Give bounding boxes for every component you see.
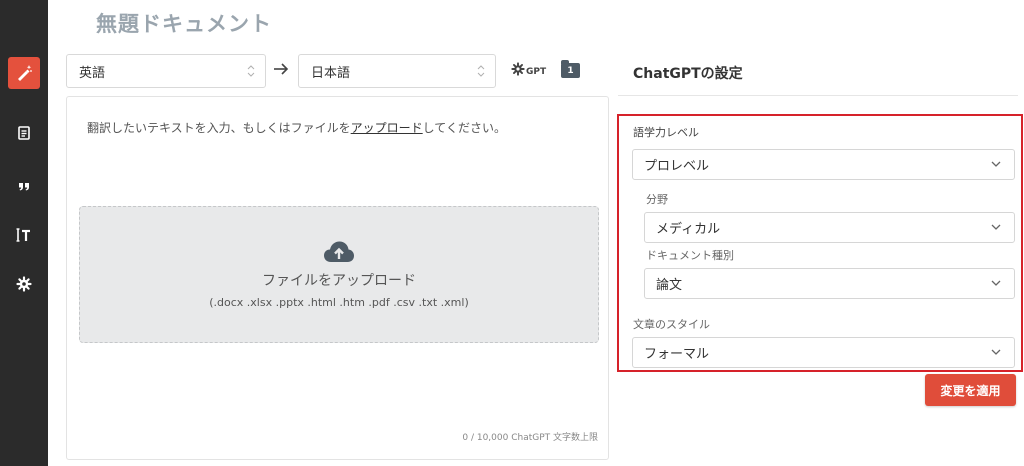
- gpt-settings-button[interactable]: GPT: [511, 62, 547, 77]
- magic-pen-icon: [18, 65, 32, 81]
- document-icon: [18, 126, 30, 140]
- quotes-button[interactable]: [8, 170, 40, 202]
- writing-style-value: フォーマル: [644, 347, 710, 362]
- cloud-upload-icon: [324, 241, 354, 262]
- upload-formats: (.docx .xlsx .pptx .html .htm .pdf .csv …: [209, 296, 469, 309]
- settings-title: ChatGPTの設定: [633, 66, 743, 82]
- folder-button[interactable]: 1: [561, 60, 580, 78]
- writing-style-select[interactable]: フォーマル: [632, 337, 1015, 368]
- document-title[interactable]: 無題ドキュメント: [96, 8, 272, 38]
- source-language-select[interactable]: 英語: [66, 54, 266, 88]
- gear-icon: [511, 62, 525, 76]
- text-tool-button[interactable]: [8, 219, 40, 251]
- edit-tool-button[interactable]: [8, 57, 40, 89]
- select-updown-icon: [477, 64, 485, 78]
- language-level-label: 語学力レベル: [633, 126, 699, 139]
- hint-prefix: 翻訳したいテキストを入力、もしくはファイルを: [87, 121, 351, 135]
- settings-button[interactable]: [8, 268, 40, 300]
- hint-suffix: してください。: [422, 121, 506, 135]
- writing-style-label: 文章のスタイル: [633, 318, 710, 331]
- field-label: 分野: [646, 193, 668, 206]
- chevron-down-icon: [991, 161, 1001, 167]
- gear-icon: [16, 276, 32, 292]
- field-select[interactable]: メディカル: [644, 212, 1015, 243]
- arrow-right-icon: [273, 61, 289, 81]
- gpt-label: GPT: [526, 67, 547, 77]
- language-level-select[interactable]: プロレベル: [632, 149, 1015, 180]
- select-updown-icon: [247, 64, 255, 78]
- source-language-value: 英語: [79, 65, 106, 81]
- language-level-value: プロレベル: [644, 159, 710, 174]
- sidebar: [0, 0, 48, 466]
- file-upload-dropzone[interactable]: ファイルをアップロード (.docx .xlsx .pptx .html .ht…: [79, 206, 599, 343]
- document-type-select[interactable]: 論文: [644, 268, 1015, 299]
- target-language-select[interactable]: 日本語: [298, 54, 496, 88]
- document-type-label: ドキュメント種別: [646, 249, 734, 262]
- character-counter: 0 / 10,000 ChatGPT 文字数上限: [462, 433, 598, 443]
- chevron-down-icon: [991, 349, 1001, 355]
- quote-icon: [19, 183, 29, 191]
- documents-button[interactable]: [8, 117, 40, 149]
- upload-title: ファイルをアップロード: [262, 273, 416, 289]
- editor-hint: 翻訳したいテキストを入力、もしくはファイルをアップロードしてください。: [87, 119, 506, 136]
- target-language-value: 日本語: [311, 65, 351, 81]
- apply-changes-button[interactable]: 変更を適用: [925, 374, 1016, 406]
- chevron-down-icon: [991, 280, 1001, 286]
- divider: [618, 95, 1018, 96]
- text-editor[interactable]: 翻訳したいテキストを入力、もしくはファイルをアップロードしてください。 ファイル…: [66, 96, 609, 460]
- upload-link[interactable]: アップロード: [351, 121, 423, 135]
- document-type-value: 論文: [656, 278, 683, 293]
- field-value: メディカル: [656, 222, 721, 237]
- folder-badge: 1: [567, 65, 574, 76]
- text-cursor-icon: [16, 228, 30, 242]
- chevron-down-icon: [991, 224, 1001, 230]
